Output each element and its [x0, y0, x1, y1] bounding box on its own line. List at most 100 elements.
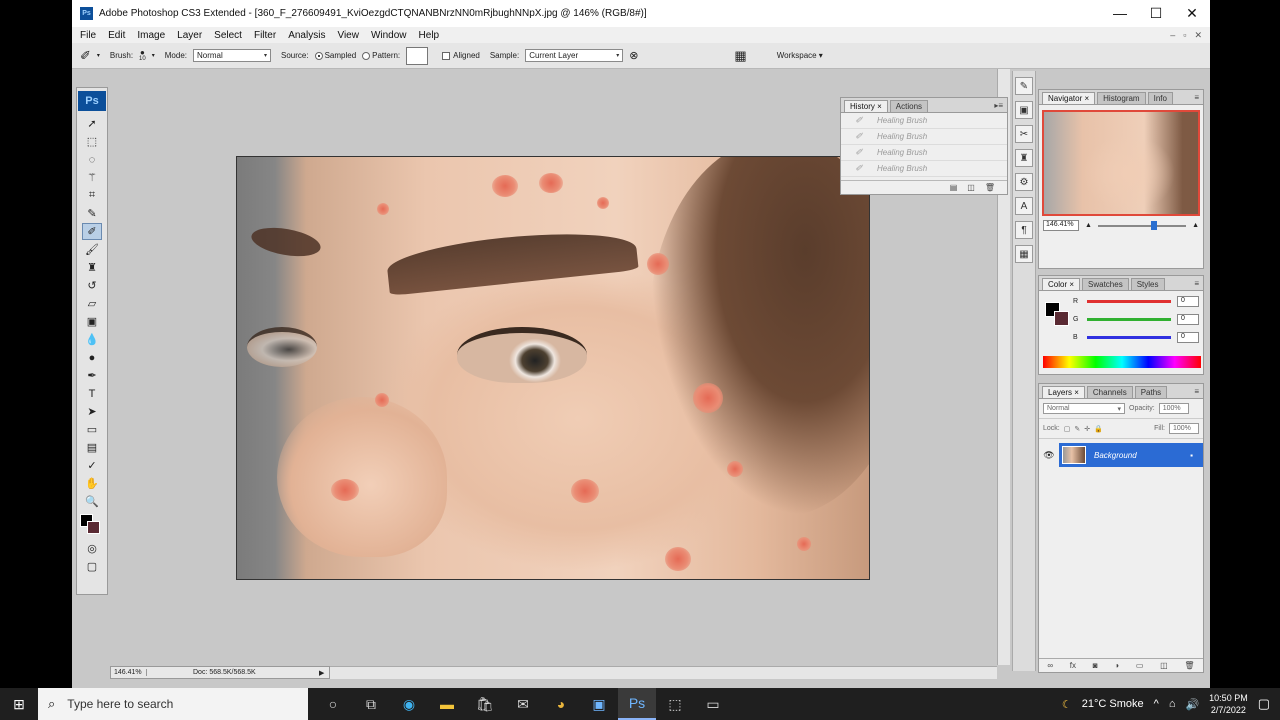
measurement-log-icon[interactable]: ⚙ — [1015, 173, 1033, 191]
delete-state-icon[interactable]: 🗑 — [985, 183, 995, 192]
tab-styles[interactable]: Styles — [1130, 278, 1165, 290]
brush-tool-icon[interactable]: 🖌 — [82, 241, 102, 258]
tab-actions[interactable]: Actions — [889, 100, 929, 112]
blue-value[interactable]: 0 — [1177, 332, 1199, 343]
lock-transparent-icon[interactable]: ▢ — [1064, 425, 1071, 433]
task-view-icon[interactable]: ⧉ — [352, 688, 390, 720]
weather-text[interactable]: 21°C Smoke — [1082, 698, 1144, 710]
menu-select[interactable]: Select — [214, 30, 242, 41]
menu-edit[interactable]: Edit — [108, 30, 125, 41]
history-brush-tool-icon[interactable]: ↺ — [82, 277, 102, 294]
minimize-button[interactable]: — — [1102, 5, 1138, 22]
workspace-button[interactable]: Workspace ▾ — [777, 51, 823, 60]
sample-select[interactable]: Current Layer ▾ — [525, 49, 624, 62]
pen-tool-icon[interactable]: ✒ — [82, 367, 102, 384]
type-tool-icon[interactable]: T — [82, 385, 102, 402]
brush-picker[interactable]: ● 10 — [139, 48, 146, 63]
fill-field[interactable]: 100% — [1169, 423, 1199, 434]
doc-minimize-button[interactable]: – — [1170, 30, 1175, 41]
tab-info[interactable]: Info — [1147, 92, 1173, 104]
zoom-tool-icon[interactable]: 🔍 — [82, 493, 102, 510]
zoom-in-icon[interactable]: ▲ — [1192, 222, 1199, 229]
background-color[interactable] — [1054, 311, 1069, 326]
chrome-icon[interactable]: ◕ — [542, 688, 580, 720]
tab-swatches[interactable]: Swatches — [1082, 278, 1129, 290]
brushes-panel-icon[interactable]: ✎ — [1015, 77, 1033, 95]
menu-layer[interactable]: Layer — [177, 30, 202, 41]
quick-mask-icon[interactable]: ◎ — [82, 540, 102, 557]
notifications-icon[interactable]: ▢ — [1258, 696, 1270, 712]
tool-presets-icon[interactable]: ▣ — [1015, 101, 1033, 119]
menu-window[interactable]: Window — [371, 30, 407, 41]
mail-icon[interactable]: ✉ — [504, 688, 542, 720]
adjustment-layer-icon[interactable]: ◑ — [1114, 661, 1119, 670]
eyedropper2-tool-icon[interactable]: ✓ — [82, 457, 102, 474]
new-group-icon[interactable]: ▭ — [1136, 661, 1144, 670]
tab-histogram[interactable]: Histogram — [1097, 92, 1146, 104]
lasso-tool-icon[interactable]: ◌ — [82, 151, 102, 168]
tab-color[interactable]: Color × — [1042, 278, 1081, 290]
green-value[interactable]: 0 — [1177, 314, 1199, 325]
opacity-field[interactable]: 100% — [1158, 403, 1189, 414]
eraser-tool-icon[interactable]: ▱ — [82, 295, 102, 312]
healing-brush-icon[interactable]: ✐ — [80, 48, 91, 64]
document-image[interactable] — [236, 156, 870, 580]
clone-source-icon[interactable]: ♜ — [1015, 149, 1033, 167]
store-icon[interactable]: 🛍 — [466, 688, 504, 720]
clone-stamp-tool-icon[interactable]: ♜ — [82, 259, 102, 276]
navigator-zoom-slider[interactable] — [1097, 220, 1187, 230]
character-panel-icon[interactable]: A — [1015, 197, 1033, 215]
doc-close-button[interactable]: ✕ — [1194, 30, 1202, 41]
app-icon[interactable]: ▣ — [580, 688, 618, 720]
cortana-icon[interactable]: ○ — [314, 688, 352, 720]
gradient-tool-icon[interactable]: ▣ — [82, 313, 102, 330]
panel-menu-icon[interactable]: ≡ — [1194, 387, 1203, 396]
windows-start-icon[interactable]: ⊞ — [0, 696, 38, 713]
new-layer-icon[interactable]: ◫ — [1160, 661, 1168, 670]
mode-select[interactable]: Normal ▾ — [192, 49, 271, 62]
notes-tool-icon[interactable]: ▤ — [82, 439, 102, 456]
magic-wand-tool-icon[interactable]: ⚚ — [82, 169, 102, 186]
history-item[interactable]: ✐ Healing Brush — [841, 161, 1007, 177]
menu-file[interactable]: File — [80, 30, 96, 41]
shape-tool-icon[interactable]: ▭ — [82, 421, 102, 438]
layer-selected[interactable]: Background ▪ — [1059, 443, 1203, 467]
path-selection-tool-icon[interactable]: ➤ — [82, 403, 102, 420]
color-spectrum[interactable] — [1043, 356, 1201, 368]
close-button[interactable]: ✕ — [1174, 5, 1210, 22]
tray-chevron-icon[interactable]: ^ — [1154, 698, 1159, 710]
clock[interactable]: 10:50 PM 2/7/2022 — [1209, 692, 1248, 716]
red-slider[interactable] — [1087, 300, 1171, 303]
aligned-checkbox[interactable]: Aligned — [442, 51, 480, 60]
history-item[interactable]: ✐ Healing Brush — [841, 145, 1007, 161]
visibility-eye-icon[interactable]: 👁 — [1039, 450, 1059, 461]
lock-all-icon[interactable]: 🔒 — [1094, 425, 1103, 433]
doc-restore-button[interactable]: ▫ — [1183, 30, 1186, 41]
new-document-from-state-icon[interactable]: ▤ — [950, 183, 958, 192]
brush-dropdown-icon[interactable]: ▾ — [152, 52, 155, 59]
source-pattern-radio[interactable]: Pattern: — [362, 51, 400, 60]
zoom-out-icon[interactable]: ▲ — [1085, 222, 1092, 229]
red-value[interactable]: 0 — [1177, 296, 1199, 307]
marquee-tool-icon[interactable]: ⬚ — [82, 133, 102, 150]
paragraph-panel-icon[interactable]: ¶ — [1015, 221, 1033, 239]
new-snapshot-icon[interactable]: ◫ — [967, 183, 975, 192]
tool-preset-dropdown-icon[interactable]: ▾ — [97, 52, 100, 59]
blend-mode-select[interactable]: Normal ▾ — [1043, 403, 1125, 414]
menu-image[interactable]: Image — [137, 30, 165, 41]
status-menu-arrow-icon[interactable]: ▶ — [319, 669, 329, 677]
ignore-adjustment-layers-icon[interactable]: ⊗ — [629, 49, 638, 62]
green-slider[interactable] — [1087, 318, 1171, 321]
color-swatches[interactable] — [78, 514, 106, 536]
status-zoom[interactable]: 146.41% — [111, 669, 147, 676]
app2-icon[interactable]: ⬚ — [656, 688, 694, 720]
taskbar-search[interactable]: ⌕ Type here to search — [38, 688, 308, 720]
blue-slider[interactable] — [1087, 336, 1171, 339]
panel-menu-icon[interactable]: ≡ — [1194, 279, 1203, 288]
color-panel-swatches[interactable] — [1045, 302, 1071, 328]
hand-tool-icon[interactable]: ✋ — [82, 475, 102, 492]
history-item[interactable]: ✐ Healing Brush — [841, 129, 1007, 145]
delete-layer-icon[interactable]: 🗑 — [1184, 661, 1194, 670]
menu-analysis[interactable]: Analysis — [288, 30, 325, 41]
layer-comps-icon[interactable]: ✂ — [1015, 125, 1033, 143]
